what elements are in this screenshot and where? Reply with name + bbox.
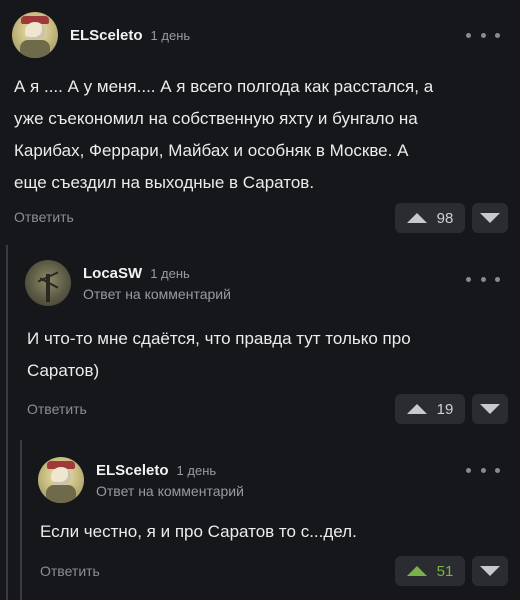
username[interactable]: LocaSW: [83, 265, 142, 282]
upvote-button[interactable]: 51: [395, 556, 465, 586]
comment-meta: LocaSW 1 день Ответ на комментарий: [83, 265, 231, 302]
timestamp: 1 день: [150, 27, 191, 43]
upvote-icon: [406, 566, 427, 576]
reply-to-label[interactable]: Ответ на комментарий: [96, 483, 244, 499]
avatar-body: [20, 40, 50, 58]
comment-meta: ELSceleto 1 день Ответ на комментарий: [96, 462, 244, 499]
reply-button[interactable]: Ответить: [27, 401, 87, 417]
upvote-button[interactable]: 19: [395, 394, 465, 424]
avatar-body: [46, 485, 76, 503]
vote-count: 98: [436, 209, 454, 227]
comment: ELSceleto 1 день А я .... А у меня.... А…: [0, 0, 520, 240]
avatar[interactable]: [12, 12, 58, 58]
comment-text: Если честно, я и про Саратов то с...дел.: [40, 522, 357, 541]
comment: ELSceleto 1 день Ответ на комментарий Ес…: [0, 445, 520, 600]
avatar[interactable]: [25, 260, 71, 306]
username[interactable]: ELSceleto: [96, 462, 169, 479]
comment-text: И что-то мне сдаётся, что правда тут тол…: [27, 329, 411, 380]
reply-button[interactable]: Ответить: [14, 209, 74, 225]
comment-header: ELSceleto 1 день Ответ на комментарий: [38, 457, 244, 503]
downvote-icon: [480, 404, 500, 414]
comment-header: LocaSW 1 день Ответ на комментарий: [25, 260, 231, 306]
comment-text: А я .... А у меня.... А я всего полгода …: [14, 77, 434, 192]
avatar-skull: [51, 467, 71, 485]
comment: LocaSW 1 день Ответ на комментарий И что…: [0, 250, 520, 440]
reply-to-label[interactable]: Ответ на комментарий: [83, 286, 231, 302]
downvote-button[interactable]: [472, 394, 508, 424]
more-options-icon[interactable]: [466, 30, 500, 40]
upvote-button[interactable]: 98: [395, 203, 465, 233]
downvote-button[interactable]: [472, 556, 508, 586]
timestamp: 1 день: [176, 462, 217, 478]
reply-button[interactable]: Ответить: [40, 563, 100, 579]
downvote-button[interactable]: [472, 203, 508, 233]
downvote-icon: [480, 213, 500, 223]
username[interactable]: ELSceleto: [70, 27, 143, 44]
avatar-skull: [25, 22, 45, 40]
downvote-icon: [480, 566, 500, 576]
upvote-icon: [406, 404, 427, 414]
more-options-icon[interactable]: [466, 274, 500, 284]
timestamp: 1 день: [150, 265, 190, 281]
vote-count: 51: [436, 562, 454, 580]
more-options-icon[interactable]: [466, 465, 500, 475]
avatar[interactable]: [38, 457, 84, 503]
upvote-icon: [406, 213, 427, 223]
comment-header: ELSceleto 1 день: [12, 12, 190, 58]
comment-meta: ELSceleto 1 день: [70, 27, 190, 44]
vote-count: 19: [436, 400, 454, 418]
